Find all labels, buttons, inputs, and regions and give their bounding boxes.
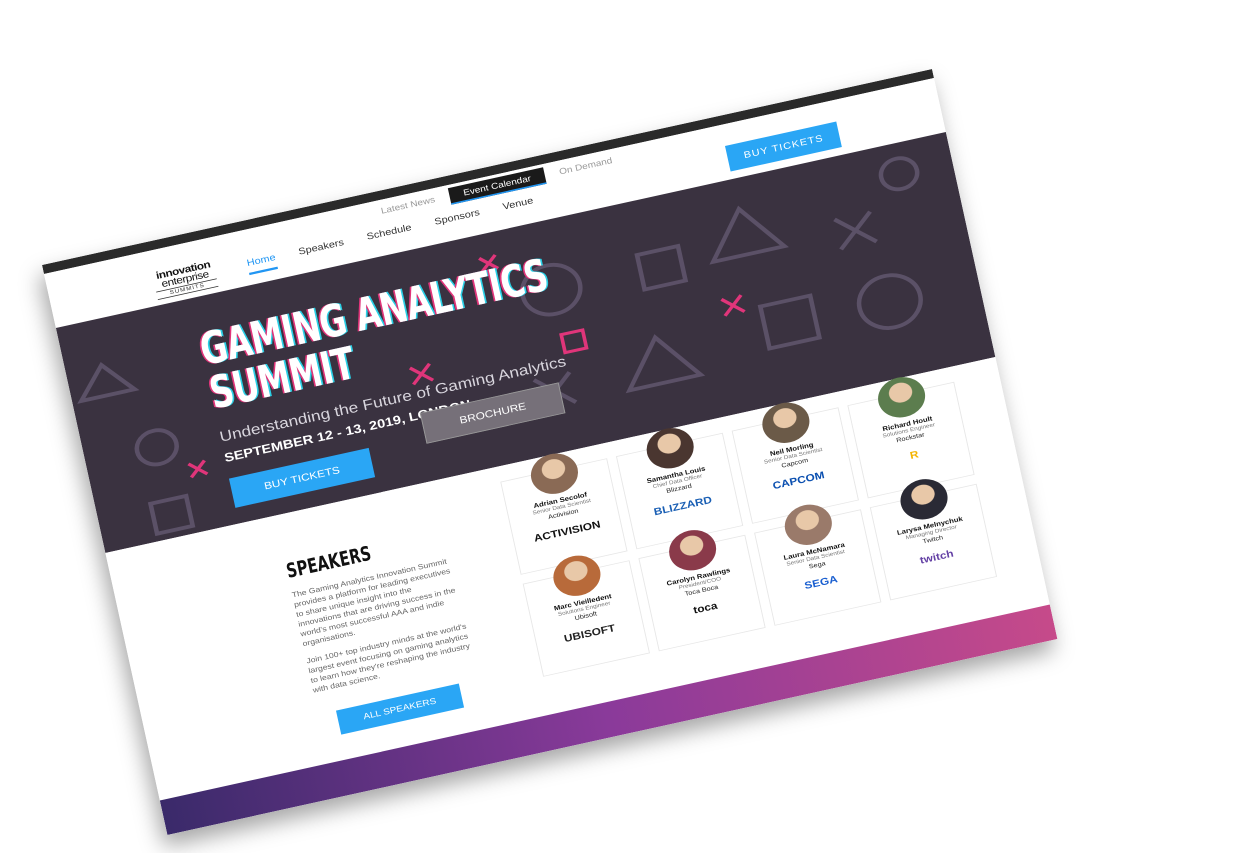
webpage: Latest News Event Calendar On Demand inn…	[42, 69, 1058, 835]
browser-screenshot: Latest News Event Calendar On Demand inn…	[0, 0, 1258, 853]
nav-schedule[interactable]: Schedule	[366, 222, 414, 249]
speaker-card[interactable]: Richard Hoult Solutions Engineer Rocksta…	[847, 372, 975, 499]
speaker-card[interactable]: Samantha Louis Chief Data Officer Blizza…	[615, 423, 744, 550]
speaker-card[interactable]: Neil Morling Senior Data Scientist Capco…	[731, 398, 859, 524]
speaker-card[interactable]: Laura McNamara Senior Data Scientist Seg…	[754, 500, 882, 626]
speaker-card[interactable]: Larysa Melnychuk Managing Director Twitc…	[869, 474, 998, 601]
nav-venue[interactable]: Venue	[502, 195, 536, 219]
speaker-card[interactable]: Adrian Secolof Senior Data Scientist Act…	[500, 449, 628, 575]
nav-speakers[interactable]: Speakers	[297, 237, 346, 264]
speaker-card[interactable]: Marc Vieilledent Solutions Engineer Ubis…	[522, 551, 650, 677]
nav-home[interactable]: Home	[245, 251, 279, 276]
nav-sponsors[interactable]: Sponsors	[433, 207, 482, 234]
speaker-card[interactable]: Carolyn Rawlings President/COO Toca Boca…	[638, 525, 766, 652]
speakers-description: The Gaming Analytics Innovation Summit p…	[291, 555, 476, 703]
